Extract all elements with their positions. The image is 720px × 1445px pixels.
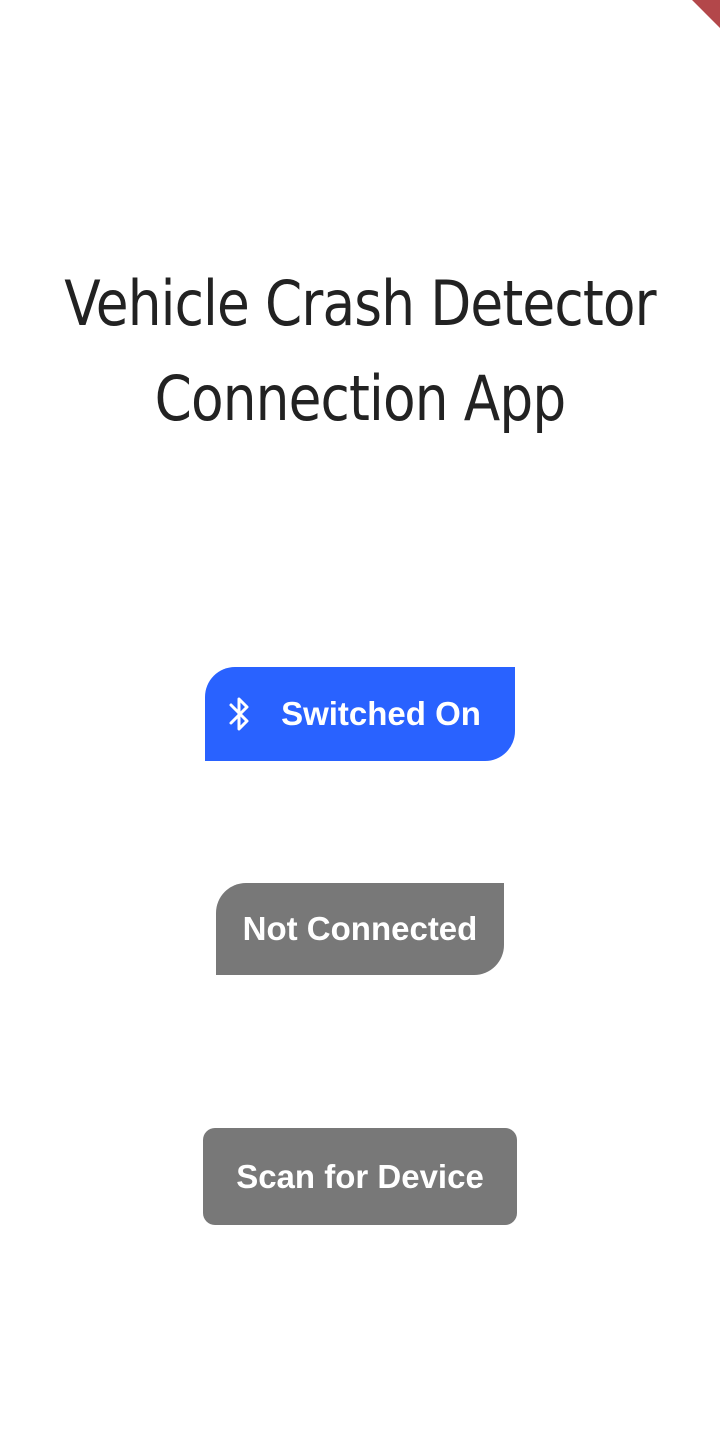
scan-for-device-label: Scan for Device xyxy=(236,1157,484,1195)
scan-for-device-button[interactable]: Scan for Device xyxy=(203,1128,517,1225)
connection-status-button[interactable]: Not Connected xyxy=(216,883,504,975)
bluetooth-status-button[interactable]: Switched On xyxy=(205,667,515,761)
bluetooth-status-label: Switched On xyxy=(281,695,481,732)
page-title-line-1: Vehicle Crash Detector xyxy=(64,267,656,340)
bluetooth-icon xyxy=(227,694,253,734)
connection-status-label: Not Connected xyxy=(242,910,478,947)
debug-banner-stripe xyxy=(674,0,720,47)
debug-banner xyxy=(660,0,720,60)
page-title: Vehicle Crash Detector Connection App xyxy=(50,256,669,446)
page-title-line-2: Connection App xyxy=(154,362,567,435)
